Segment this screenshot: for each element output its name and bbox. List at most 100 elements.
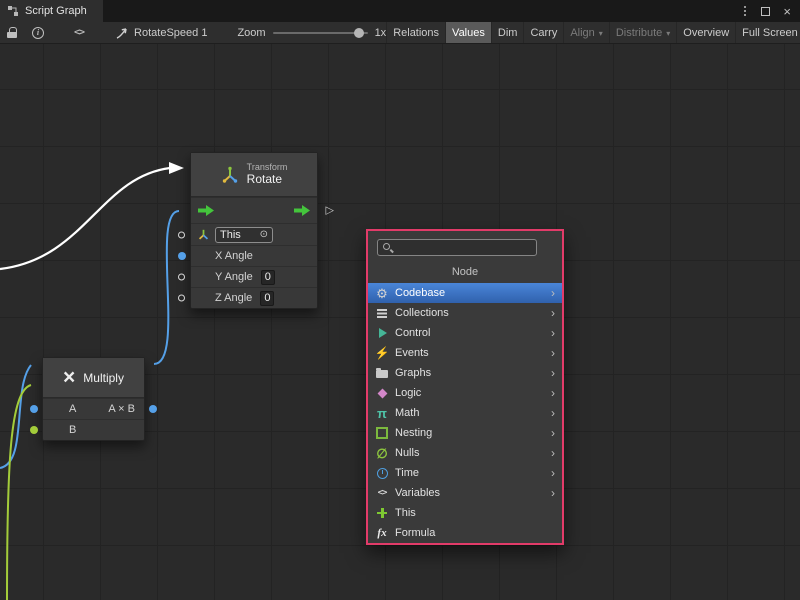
multiply-output-port-dot[interactable] xyxy=(149,405,157,413)
finder-item-variables[interactable]: Variables xyxy=(368,483,562,503)
rotate-node-header[interactable]: Transform Rotate xyxy=(191,153,317,197)
chevron-right-icon xyxy=(551,287,555,299)
null-icon xyxy=(375,446,389,460)
multiply-icon: × xyxy=(63,367,75,388)
chevron-right-icon xyxy=(551,447,555,459)
graph-toolbar: RotateSpeed 1 Zoom 1x Relations Values D… xyxy=(0,22,800,44)
finder-item-label: Formula xyxy=(395,527,435,539)
finder-item-nesting[interactable]: Nesting xyxy=(368,423,562,443)
window-controls: × xyxy=(742,0,800,22)
finder-item-graphs[interactable]: Graphs xyxy=(368,363,562,383)
unit-title: RotateSpeed 1 xyxy=(134,27,207,39)
rotate-node-titles: Transform Rotate xyxy=(247,162,288,186)
unit-breadcrumb[interactable]: RotateSpeed 1 xyxy=(116,27,207,39)
finder-item-events[interactable]: Events xyxy=(368,343,562,363)
maximize-icon[interactable] xyxy=(761,7,770,16)
finder-item-label: Time xyxy=(395,467,419,479)
lock-icon[interactable] xyxy=(7,27,18,39)
target-picker-icon[interactable] xyxy=(260,230,268,240)
relations-button[interactable]: Relations xyxy=(386,22,445,43)
rotate-node[interactable]: Transform Rotate This X Angle xyxy=(190,152,318,309)
formula-fx-icon xyxy=(375,526,389,540)
close-icon[interactable]: × xyxy=(783,5,791,18)
dim-button[interactable]: Dim xyxy=(491,22,524,43)
carry-button[interactable]: Carry xyxy=(523,22,563,43)
finder-item-nulls[interactable]: Nulls xyxy=(368,443,562,463)
finder-item-control[interactable]: Control xyxy=(368,323,562,343)
flow-output-connector-icon[interactable] xyxy=(326,205,334,216)
multiply-output-label: A × B xyxy=(108,403,135,415)
finder-header: Node xyxy=(368,260,562,283)
x-angle-port-dot[interactable] xyxy=(178,252,186,260)
info-icon[interactable] xyxy=(32,27,44,39)
finder-item-codebase[interactable]: Codebase xyxy=(368,283,562,303)
flow-input-arrow-icon[interactable] xyxy=(198,205,214,216)
finder-search-field[interactable] xyxy=(377,239,537,256)
wire-multiply-to-xangle[interactable] xyxy=(154,211,179,364)
finder-item-collections[interactable]: Collections xyxy=(368,303,562,323)
toolbar-buttons: Relations Values Dim Carry Align Distrib… xyxy=(386,22,800,43)
z-angle-value-field[interactable]: 0 xyxy=(260,291,274,306)
finder-item-logic[interactable]: Logic xyxy=(368,383,562,403)
finder-item-label: Graphs xyxy=(395,367,431,379)
finder-item-label: Logic xyxy=(395,387,421,399)
chevron-right-icon xyxy=(551,487,555,499)
values-button[interactable]: Values xyxy=(445,22,491,43)
finder-item-label: Collections xyxy=(395,307,449,319)
multiply-row-a: A A × B xyxy=(43,398,144,419)
multiply-node-header[interactable]: × Multiply xyxy=(43,358,144,398)
overview-button[interactable]: Overview xyxy=(676,22,735,43)
finder-item-time[interactable]: Time xyxy=(368,463,562,483)
finder-item-label: Nulls xyxy=(395,447,419,459)
wire-into-multiply-a[interactable] xyxy=(0,365,31,468)
z-angle-row: Z Angle 0 xyxy=(191,287,317,308)
multiply-row-b: B xyxy=(43,419,144,440)
this-object-field[interactable]: This xyxy=(215,227,273,243)
folder-icon xyxy=(375,366,389,380)
finder-item-label: Codebase xyxy=(395,287,445,299)
flow-output-arrow-icon[interactable] xyxy=(294,205,310,216)
search-input[interactable] xyxy=(397,242,532,254)
zoom-control: Zoom 1x xyxy=(237,27,386,39)
script-graph-icon xyxy=(7,5,19,17)
finder-item-math[interactable]: Math xyxy=(368,403,562,423)
finder-item-formula[interactable]: Formula xyxy=(368,523,562,543)
x-angle-label: X Angle xyxy=(215,250,253,262)
code-toggle-icon[interactable] xyxy=(74,27,84,38)
mini-gizmo-icon xyxy=(197,228,210,241)
y-angle-value-field[interactable]: 0 xyxy=(261,270,275,285)
this-field-label: This xyxy=(220,229,241,241)
y-angle-port-dot[interactable] xyxy=(178,274,185,281)
kebab-menu-icon[interactable] xyxy=(744,10,746,12)
y-angle-label: Y Angle xyxy=(215,271,253,283)
multiply-b-port-dot[interactable] xyxy=(30,426,38,434)
full-screen-button[interactable]: Full Screen xyxy=(735,22,800,43)
fuzzy-finder: Node Codebase Collections Control Events xyxy=(366,229,564,545)
finder-item-label: This xyxy=(395,507,416,519)
multiply-node[interactable]: × Multiply A A × B B xyxy=(42,357,145,441)
finder-item-this[interactable]: This xyxy=(368,503,562,523)
finder-item-label: Nesting xyxy=(395,427,432,439)
chevron-right-icon xyxy=(551,387,555,399)
tab-script-graph[interactable]: Script Graph xyxy=(0,0,103,22)
zoom-label: Zoom xyxy=(237,27,265,39)
title-bar: Script Graph × xyxy=(0,0,800,22)
z-angle-port-dot[interactable] xyxy=(178,295,185,302)
finder-item-label: Variables xyxy=(395,487,440,499)
flow-wire[interactable] xyxy=(0,168,170,269)
this-port-dot[interactable] xyxy=(178,231,185,238)
self-plus-icon xyxy=(375,506,389,520)
multiply-a-port-dot[interactable] xyxy=(30,405,38,413)
multiply-a-label: A xyxy=(69,403,76,415)
wire-into-multiply-b[interactable] xyxy=(7,385,31,600)
graph-canvas[interactable]: Transform Rotate This X Angle xyxy=(0,44,800,600)
logic-diamond-icon xyxy=(375,386,389,400)
align-dropdown-button[interactable]: Align xyxy=(563,22,608,43)
distribute-dropdown-button[interactable]: Distribute xyxy=(609,22,676,43)
zoom-slider[interactable] xyxy=(273,32,368,34)
chevron-right-icon xyxy=(551,467,555,479)
zoom-slider-knob[interactable] xyxy=(354,28,364,38)
chevron-right-icon xyxy=(551,347,555,359)
zoom-value: 1x xyxy=(375,27,387,39)
list-icon xyxy=(375,306,389,320)
